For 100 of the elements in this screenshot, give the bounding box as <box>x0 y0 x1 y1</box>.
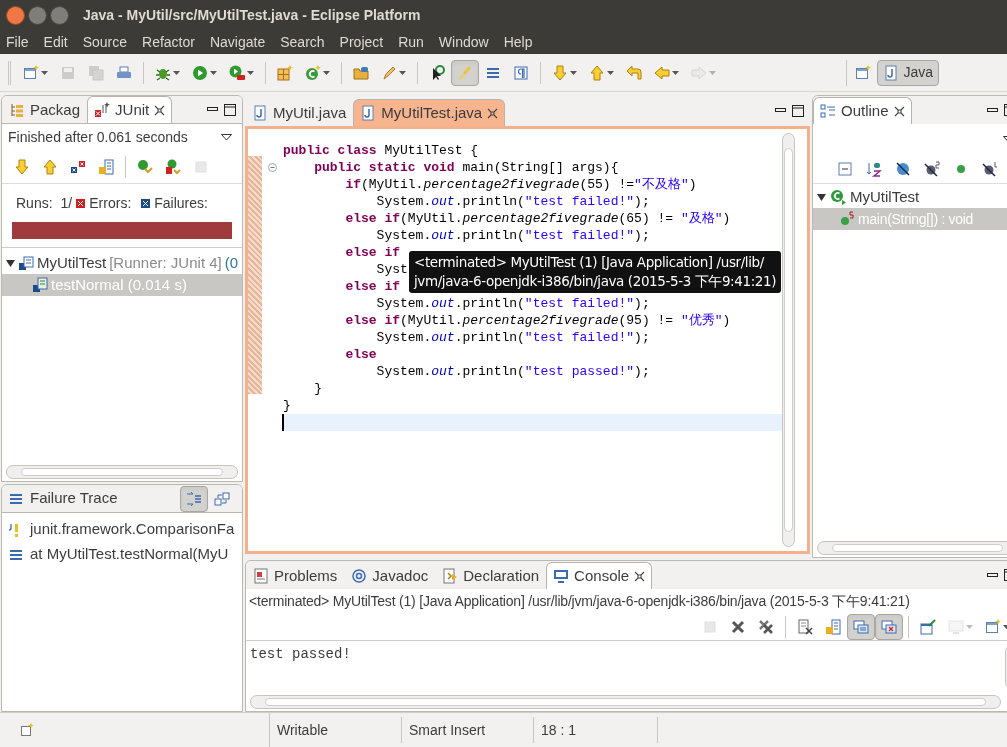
tab[interactable]: Packag <box>2 96 88 123</box>
fold-icon[interactable] <box>267 163 277 172</box>
play-toolbox-icon <box>229 64 245 81</box>
minimize-icon[interactable] <box>987 572 998 578</box>
brush-icon <box>457 64 473 81</box>
close-icon[interactable] <box>487 107 499 119</box>
code-line: System.out.println("test passed!"); <box>375 363 650 380</box>
maximize-icon[interactable] <box>224 103 236 116</box>
tree-item[interactable]: MyUtilTest [Runner: JUnit 4] (0 <box>2 252 242 274</box>
console-description: <terminated> MyUtilTest (1) [Java Application] /usr/lib/jvm/java-6-openjdk-i386/bin/java (2015-5-3 下午9:41:21) <box>249 591 910 611</box>
tab[interactable]: JUnit <box>87 96 173 123</box>
tab[interactable]: Console <box>546 562 653 589</box>
lock-panel-icon <box>825 618 841 635</box>
horizontal-scrollbar[interactable] <box>6 465 238 479</box>
tab[interactable]: Outline <box>813 97 912 124</box>
pen-icon <box>381 64 397 81</box>
menu-item[interactable]: Search <box>280 31 325 53</box>
caret-icon <box>709 70 716 75</box>
close-icon[interactable] <box>634 570 646 582</box>
package-tree-icon <box>9 102 25 118</box>
counter-label: Errors: <box>89 193 132 213</box>
stop-icon <box>193 158 209 175</box>
horizontal-scrollbar[interactable] <box>817 541 1007 555</box>
menu-item[interactable]: Navigate <box>209 31 266 53</box>
code-line: Syst <box>375 261 408 278</box>
trace-line: junit.framework.ComparisonFa <box>30 519 235 540</box>
code-line: public class MyUtilTest { <box>282 142 479 159</box>
tree-label: testNormal (0.014 s) <box>51 274 187 295</box>
monitor-icon <box>553 568 570 584</box>
perspective-button[interactable]: Java <box>877 59 939 86</box>
minimize-icon[interactable] <box>207 107 218 112</box>
floppies-icon <box>88 64 104 81</box>
stop-icon <box>702 618 718 635</box>
tab[interactable]: MyUtilTest.java <box>353 99 506 126</box>
menu-item[interactable]: Run <box>398 31 424 53</box>
java-file-icon <box>252 105 268 121</box>
window-title: Java - MyUtil/src/MyUtilTest.java - Eclipse Platform <box>83 5 421 25</box>
tree-item[interactable]: MyUtilTest <box>813 186 1007 208</box>
horizontal-scrollbar[interactable] <box>250 695 1001 709</box>
tab-label: Declaration <box>463 565 540 586</box>
monitor-icon <box>948 618 964 635</box>
tooltip-line: jvm/java-6-openjdk-i386/bin/java (2015-5-3 下午9:41:21) <box>414 272 777 291</box>
error-icon <box>76 198 86 208</box>
double-cross-icon <box>758 618 774 635</box>
vertical-scrollbar[interactable] <box>782 133 795 547</box>
crossed-dot-icon <box>982 160 998 177</box>
status-text: Writable <box>277 720 329 740</box>
declaration-icon <box>442 568 459 584</box>
new-window-icon <box>985 618 1001 635</box>
status-text: 18 : 1 <box>541 720 577 740</box>
test-suite-icon <box>18 255 34 271</box>
minimize-icon[interactable] <box>775 108 786 113</box>
menu-item[interactable]: Help <box>503 31 533 53</box>
menu-item[interactable]: Edit <box>43 31 68 53</box>
menu-item[interactable]: Source <box>82 31 128 53</box>
caret-icon <box>570 70 577 75</box>
close-icon[interactable] <box>893 105 905 117</box>
filter-stack-icon <box>186 490 202 507</box>
tab[interactable]: Declaration <box>435 562 547 589</box>
caret-icon <box>966 624 973 629</box>
maximize-icon[interactable] <box>792 104 804 117</box>
code-line: System.out.println("test failed!"); <box>375 329 650 346</box>
menu-item[interactable]: Project <box>339 31 384 53</box>
tab-label: Problems <box>274 565 338 586</box>
tree-label: MyUtilTest <box>37 252 107 273</box>
minimize-window-button[interactable] <box>28 5 47 25</box>
menu-item[interactable]: File <box>6 31 29 53</box>
tab[interactable]: Javadoc <box>344 562 436 589</box>
caret-icon <box>607 70 614 75</box>
maximize-window-button[interactable] <box>50 5 69 25</box>
tab[interactable]: MyUtil.java <box>245 99 354 126</box>
view-menu-icon[interactable] <box>221 133 232 141</box>
run-status: Finished after 0.061 seconds <box>8 127 188 147</box>
arrow-down-icon <box>14 158 30 175</box>
console-output: test passed! <box>249 645 352 664</box>
expand-arrow-icon[interactable] <box>6 258 15 268</box>
code-line: if(MyUtil.percentage2fivegrade(55) !="不及格") <box>344 176 697 193</box>
crosses-icon <box>70 158 86 175</box>
tab[interactable]: Problems <box>246 562 345 589</box>
counter-label: Runs: <box>16 193 53 213</box>
tab-label: Javadoc <box>372 565 429 586</box>
arrow-up-icon <box>42 158 58 175</box>
minimize-icon[interactable] <box>987 107 998 113</box>
counter-value: 1/ <box>60 193 73 213</box>
close-icon[interactable] <box>154 104 166 116</box>
counter-label: Failures: <box>154 193 208 213</box>
expand-arrow-icon[interactable] <box>817 192 826 202</box>
method-icon <box>839 211 855 227</box>
test-icon <box>32 277 48 293</box>
tab-label: Console <box>574 565 630 586</box>
caret-icon <box>247 70 254 75</box>
java-file-icon <box>360 105 377 121</box>
code-line: } <box>282 397 291 414</box>
trace-line: at MyUtilTest.testNormal(MyU <box>30 544 229 565</box>
collapse-icon <box>837 160 853 177</box>
time-label: (0 <box>224 252 239 273</box>
menu-item[interactable]: Window <box>438 31 489 53</box>
code-line: else if <box>344 278 401 295</box>
menu-item[interactable]: Refactor <box>142 31 195 53</box>
close-window-button[interactable] <box>6 5 25 25</box>
